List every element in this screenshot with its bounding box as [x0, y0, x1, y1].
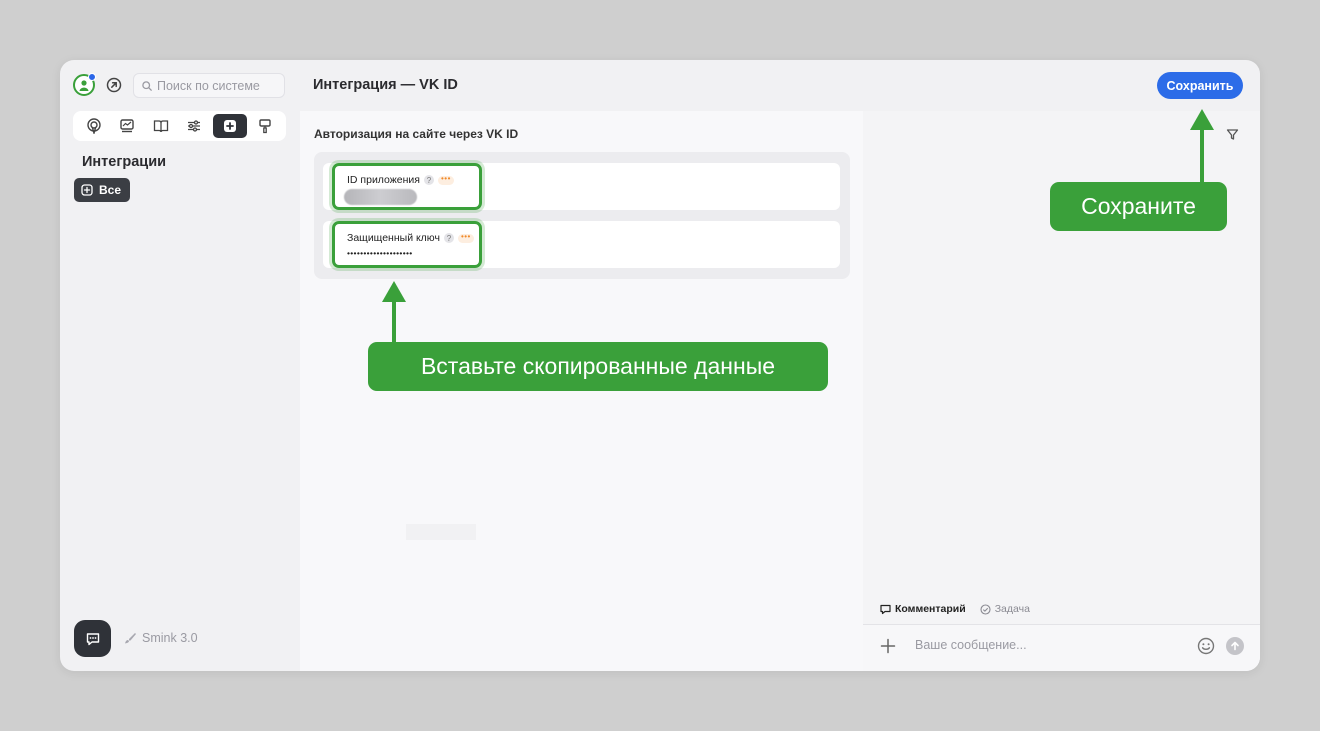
brush-icon	[125, 633, 136, 644]
arrow-up-icon	[1190, 109, 1214, 182]
filter-all-button[interactable]: Все	[74, 178, 131, 202]
placeholder-block	[406, 524, 476, 540]
arrow-up-icon	[1231, 641, 1239, 651]
tool-book[interactable]	[146, 114, 176, 138]
external-link-icon[interactable]	[106, 77, 122, 93]
tab-comment[interactable]: Комментарий	[880, 603, 966, 615]
sidebar-title: Интеграции	[82, 154, 167, 170]
message-composer	[863, 624, 1260, 671]
field-highlight: ID приложения ? •••	[332, 163, 482, 210]
app-id-value-blurred[interactable]	[344, 189, 417, 205]
field-label-text: ID приложения	[347, 174, 420, 186]
field-app-id[interactable]: ID приложения ? •••	[323, 163, 840, 210]
search-icon	[142, 80, 152, 91]
dashboard-icon	[120, 119, 134, 133]
app-logo-icon[interactable]	[73, 73, 96, 96]
more-icon[interactable]: •••	[457, 232, 474, 243]
filter-all-label: Все	[99, 183, 122, 197]
sliders-icon	[188, 120, 201, 132]
credentials-form: ID приложения ? ••• Защищенный ключ ? ••…	[314, 152, 850, 279]
check-circle-icon	[980, 603, 991, 615]
section-title: Авторизация на сайте через VK ID	[314, 127, 519, 141]
filter-icon[interactable]	[1226, 128, 1239, 141]
version-text: Smink 3.0	[142, 631, 198, 645]
plus-icon[interactable]	[880, 638, 896, 654]
search-input[interactable]: Поиск по системе	[133, 73, 285, 98]
version-label: Smink 3.0	[124, 631, 198, 645]
arrow-up-icon	[382, 281, 406, 342]
roller-icon	[259, 119, 271, 134]
tool-design[interactable]	[250, 114, 280, 138]
message-input[interactable]	[915, 638, 1175, 652]
sidebar-toolbar	[73, 111, 286, 141]
tool-settings[interactable]	[179, 114, 209, 138]
send-button[interactable]	[1226, 637, 1244, 655]
paste-hint-callout: Вставьте скопированные данные	[368, 342, 828, 391]
podcast-icon	[87, 118, 101, 134]
field-app-id-label: ID приложения ? •••	[347, 174, 454, 186]
tab-task-label: Задача	[994, 603, 1030, 615]
field-secret-key-label: Защищенный ключ ? •••	[347, 232, 474, 244]
field-secret-key[interactable]: Защищенный ключ ? ••• ••••••••••••••••••…	[323, 221, 840, 268]
main-content: Авторизация на сайте через VK ID ID прил…	[300, 111, 863, 671]
notification-dot	[88, 73, 96, 81]
tool-integrations[interactable]	[212, 114, 247, 138]
search-placeholder: Поиск по системе	[157, 78, 260, 93]
field-highlight: Защищенный ключ ? ••• ••••••••••••••••••…	[332, 221, 482, 268]
secret-key-value[interactable]: ••••••••••••••••••••	[347, 248, 413, 258]
book-icon	[153, 120, 168, 133]
comment-icon	[880, 604, 891, 614]
chat-icon	[86, 632, 99, 645]
chat-button[interactable]	[74, 620, 111, 657]
save-hint-callout: Сохраните	[1050, 182, 1227, 231]
more-icon[interactable]: •••	[438, 174, 454, 185]
page-title: Интеграция — VK ID	[313, 77, 458, 93]
tool-dashboard[interactable]	[112, 114, 142, 138]
plus-square-icon	[81, 184, 93, 196]
field-label-text: Защищенный ключ	[347, 232, 440, 244]
panel-tabs: Комментарий Задача	[880, 603, 1030, 615]
help-icon[interactable]: ?	[443, 233, 454, 243]
help-icon[interactable]: ?	[424, 175, 434, 185]
plus-square-icon	[223, 120, 236, 132]
save-button[interactable]: Сохранить	[1157, 72, 1243, 99]
tab-task[interactable]: Задача	[980, 603, 1030, 615]
tab-comment-label: Комментарий	[895, 603, 966, 615]
tool-podcast[interactable]	[79, 114, 109, 138]
emoji-icon[interactable]	[1197, 637, 1215, 655]
